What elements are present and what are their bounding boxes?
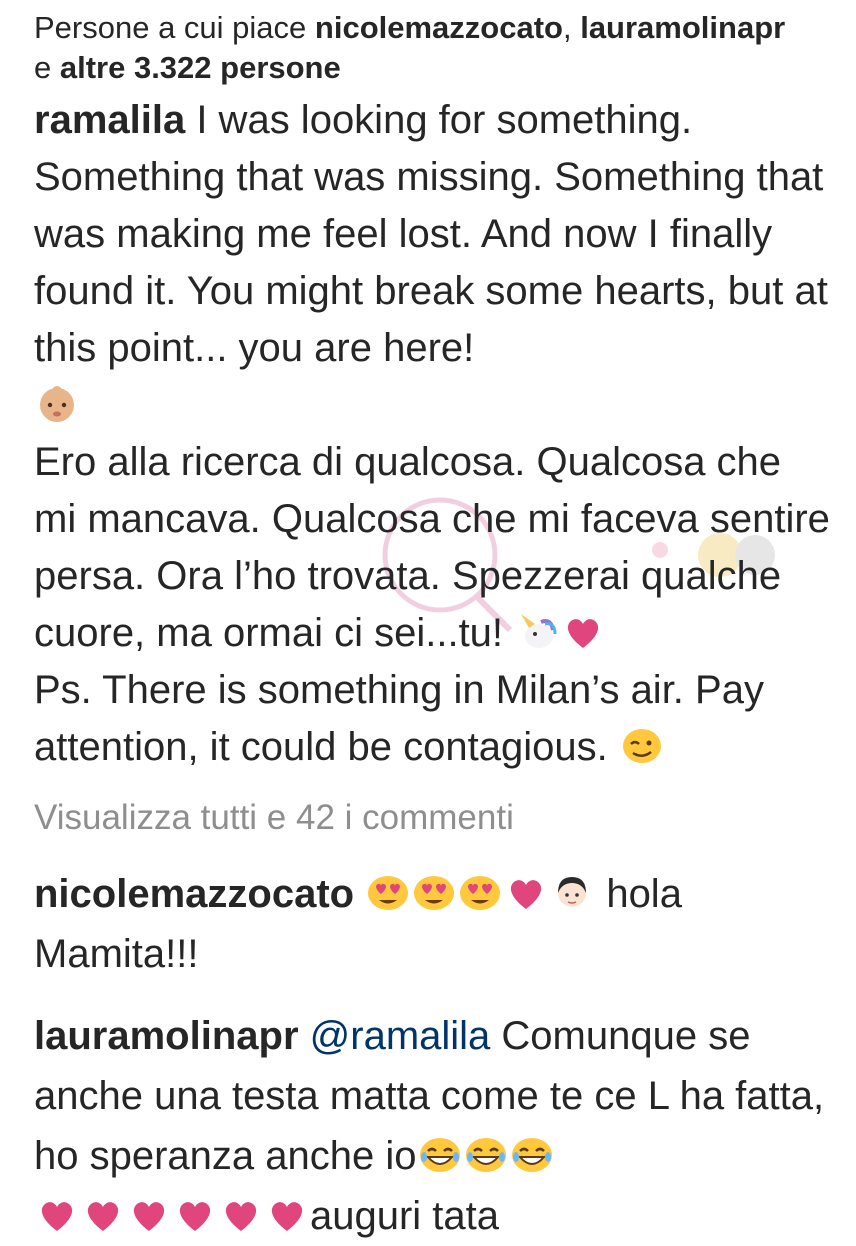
likes-others-link[interactable]: altre 3.322 persone	[60, 50, 341, 85]
likes-summary: Persone a cui piace nicolemazzocato, lau…	[34, 8, 834, 88]
heart-emoji-icon	[35, 1195, 79, 1235]
caption-en: ramalila I was looking for something. So…	[34, 92, 834, 434]
girl-emoji-icon	[550, 873, 594, 913]
caption-text-it: Ero alla ricerca di qualcosa. Qualcosa c…	[34, 440, 830, 655]
heart-emoji-icon	[127, 1195, 171, 1235]
caption-it: Ero alla ricerca di qualcosa. Qualcosa c…	[34, 434, 834, 662]
heart-emoji-icon	[561, 612, 605, 652]
view-all-comments-link[interactable]: Visualizza tutti e 42 i commenti	[34, 794, 834, 842]
caption-ps: Ps. There is something in Milan’s air. P…	[34, 662, 834, 776]
caption-username[interactable]: ramalila	[34, 98, 185, 142]
likes-separator: ,	[562, 10, 581, 45]
comment-username[interactable]: lauramolinapr	[34, 1014, 299, 1058]
liker-username[interactable]: lauramolinapr	[580, 10, 785, 45]
post-caption: ramalila I was looking for something. So…	[34, 92, 834, 776]
likes-connector: e	[34, 50, 60, 85]
comment-username[interactable]: nicolemazzocato	[34, 872, 354, 916]
wink-emoji-icon	[620, 726, 664, 766]
heart-eyes-emoji-icon	[458, 873, 502, 913]
likes-prefix: Persone a cui piace	[34, 10, 315, 45]
comment-item: lauramolinapr @ramalila Comunque se anch…	[34, 1006, 834, 1246]
baby-emoji-icon	[35, 384, 79, 424]
laughing-emoji-icon	[418, 1135, 462, 1175]
post-comments-section: Persone a cui piace nicolemazzocato, lau…	[34, 0, 834, 1246]
comment-mention-link[interactable]: @ramalila	[310, 1014, 491, 1058]
heart-emoji-icon	[504, 873, 548, 913]
heart-eyes-emoji-icon	[366, 873, 410, 913]
heart-emoji-icon	[219, 1195, 263, 1235]
comment-item: nicolemazzocato hola Mamita!!!	[34, 864, 834, 984]
heart-emoji-icon	[265, 1195, 309, 1235]
unicorn-emoji-icon	[515, 612, 559, 652]
heart-emoji-icon	[173, 1195, 217, 1235]
liker-username[interactable]: nicolemazzocato	[315, 10, 563, 45]
laughing-emoji-icon	[510, 1135, 554, 1175]
laughing-emoji-icon	[464, 1135, 508, 1175]
heart-eyes-emoji-icon	[412, 873, 456, 913]
heart-emoji-icon	[81, 1195, 125, 1235]
comment-text: auguri tata	[310, 1194, 500, 1238]
